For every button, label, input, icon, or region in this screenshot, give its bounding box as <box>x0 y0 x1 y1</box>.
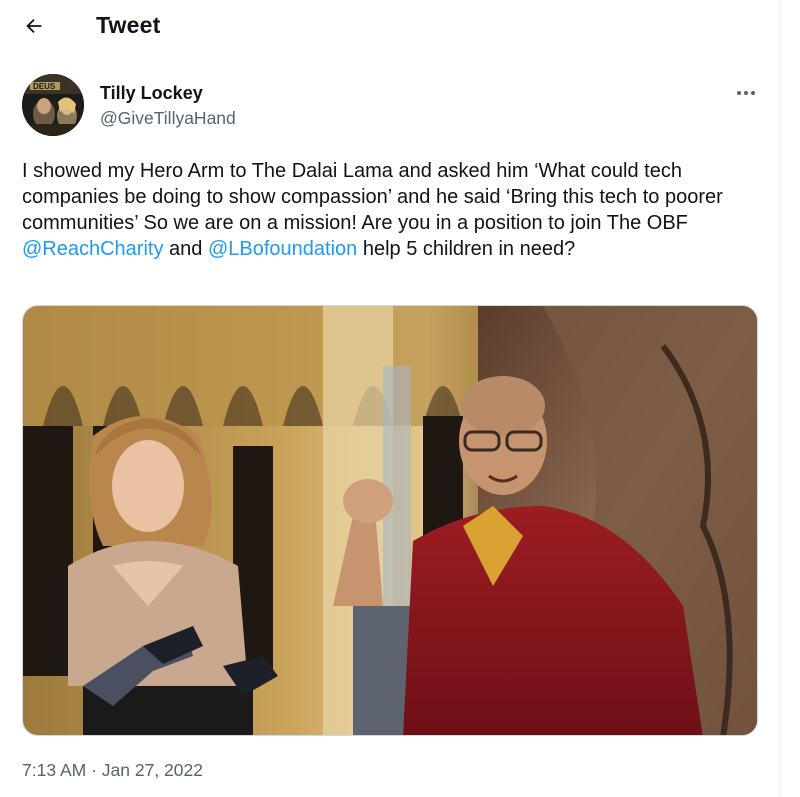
page-title: Tweet <box>96 12 161 38</box>
tweet-text-part3: help 5 children in need? <box>357 238 576 260</box>
tweet-timestamp[interactable]: 7:13 AM · Jan 27, 2022 <box>22 760 203 781</box>
tweet-text-part2: and <box>163 238 208 260</box>
tweet-text-part1: I showed my Hero Arm to The Dalai Lama a… <box>22 160 723 234</box>
right-gutter <box>780 0 800 797</box>
svg-text:DEUS: DEUS <box>33 82 56 91</box>
timestamp-separator: · <box>86 760 102 780</box>
page-header: Tweet <box>0 0 779 53</box>
mention-lbofoundation[interactable]: @LBofoundation <box>208 238 357 260</box>
arrow-left-icon <box>26 18 42 34</box>
tweet-text: I showed my Hero Arm to The Dalai Lama a… <box>22 158 762 262</box>
tweet-detail-panel: Tweet DEUS Tilly Lockey @GiveTillyaHand … <box>0 0 780 797</box>
more-options-button[interactable] <box>729 81 763 105</box>
tweet-time[interactable]: 7:13 AM <box>22 760 86 780</box>
tweet-date[interactable]: Jan 27, 2022 <box>102 760 203 780</box>
author-name[interactable]: Tilly Lockey <box>100 83 203 104</box>
tweet-photo[interactable] <box>22 305 758 736</box>
avatar[interactable]: DEUS <box>22 74 84 136</box>
more-horizontal-icon <box>737 91 755 95</box>
back-button[interactable] <box>16 8 52 44</box>
mention-reachcharity[interactable]: @ReachCharity <box>22 238 163 260</box>
author-handle[interactable]: @GiveTillyaHand <box>100 108 236 129</box>
